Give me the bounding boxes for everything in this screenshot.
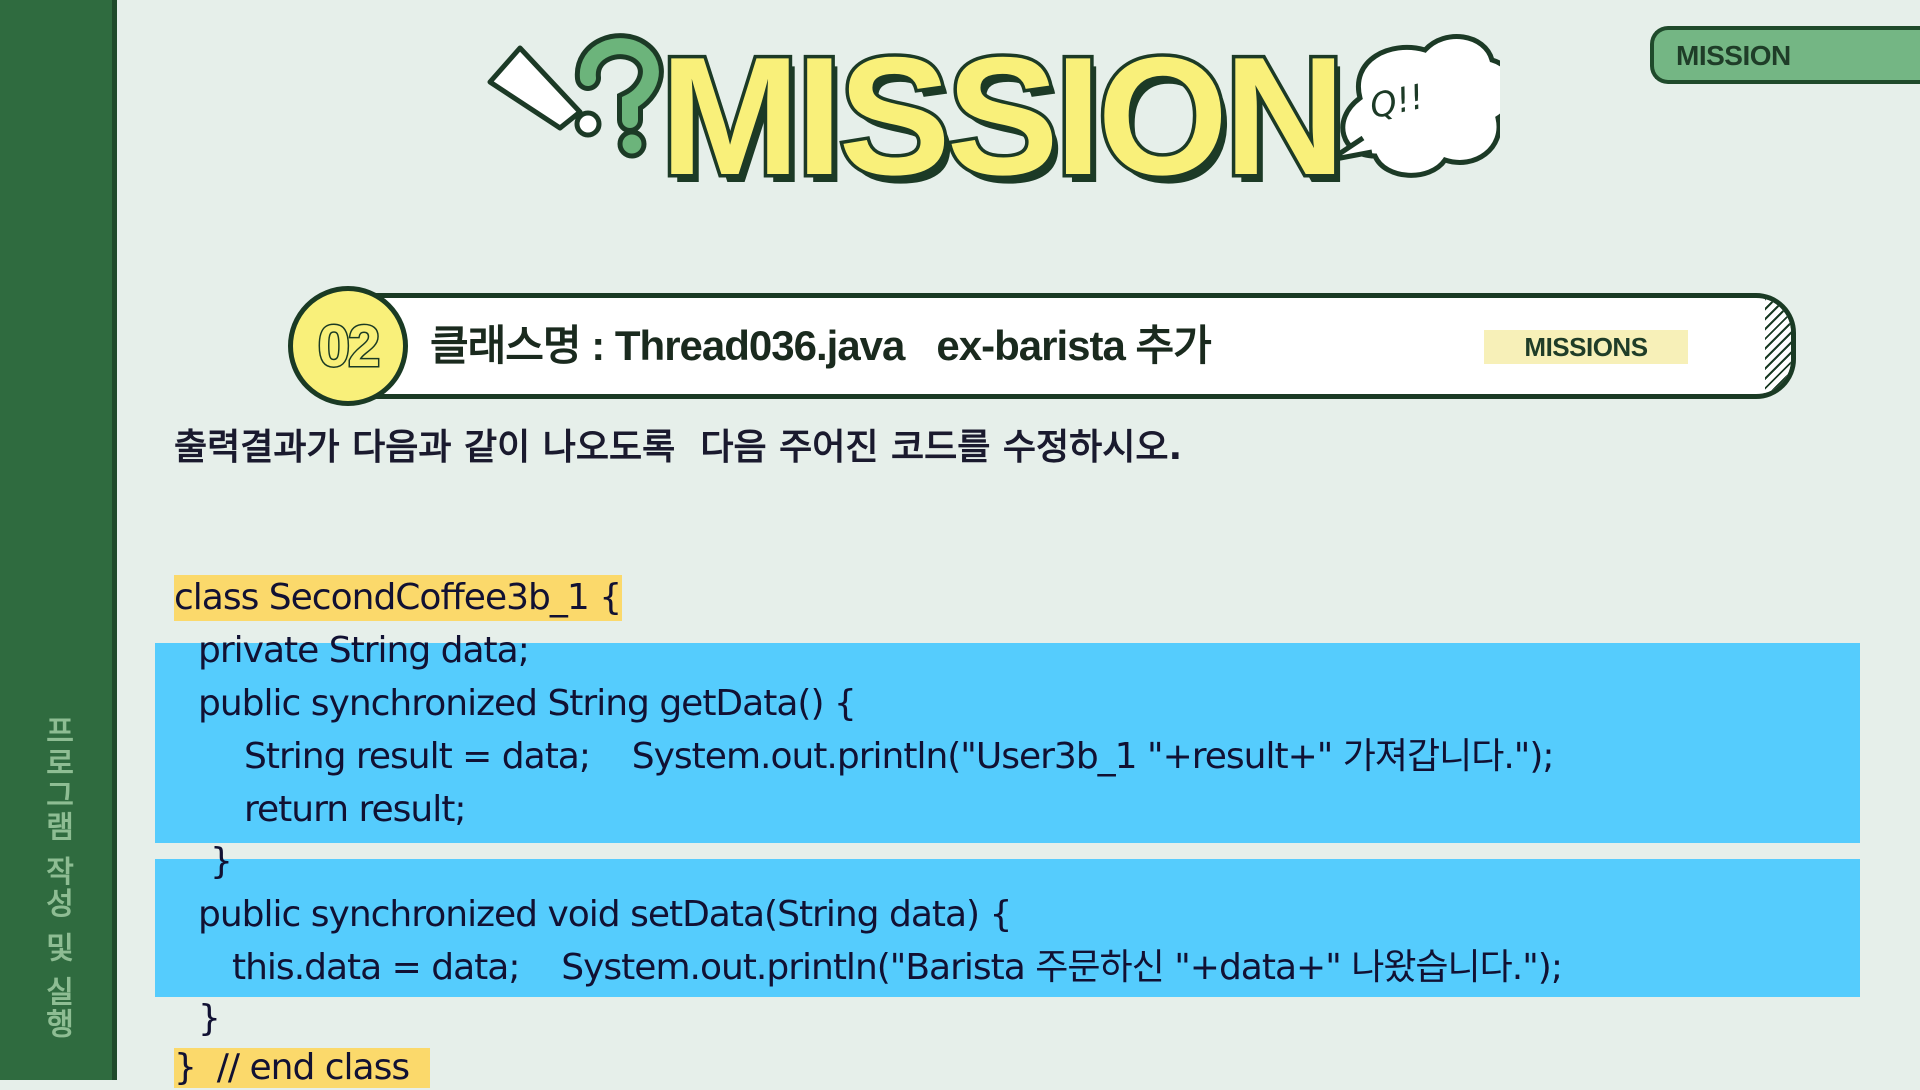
code-line: } — [210, 841, 233, 882]
mission-title-banner: MISSION Q!! — [480, 20, 1500, 220]
code-line: } — [198, 998, 221, 1039]
hatch-decoration — [1765, 298, 1791, 394]
instruction-text: 출력결과가 다음과 같이 나오도록 다음 주어진 코드를 수정하시오. — [174, 427, 1183, 468]
sidebar: 프로그램 작성 및 실행 — [0, 0, 117, 1080]
code-line: String result = data; System.out.println… — [244, 736, 1555, 777]
code-line: public synchronized String getData() { — [198, 683, 857, 724]
code-line: class SecondCoffee3b_1 { — [174, 577, 622, 618]
mission-number-badge: 02 — [288, 286, 408, 406]
code-line: this.data = data; System.out.println("Ba… — [232, 947, 1563, 988]
code-line: return result; — [244, 789, 466, 830]
mission-number: 02 — [316, 312, 381, 380]
page-title: MISSION — [656, 22, 1348, 210]
corner-tag-label: MISSION — [1676, 40, 1791, 71]
mission-heading: 클래스명 : Thread036.java ex-barista 추가 — [430, 322, 1212, 369]
corner-mission-tag: MISSION — [1650, 26, 1920, 84]
code-line: public synchronized void setData(String … — [198, 894, 1012, 935]
code-line: } // end class — [174, 1047, 410, 1088]
missions-tag: MISSIONS — [1484, 330, 1688, 364]
question-mark-icon — [574, 33, 664, 159]
sidebar-vertical-label: 프로그램 작성 및 실행 — [39, 715, 74, 1041]
code-line: private String data; — [198, 630, 530, 671]
